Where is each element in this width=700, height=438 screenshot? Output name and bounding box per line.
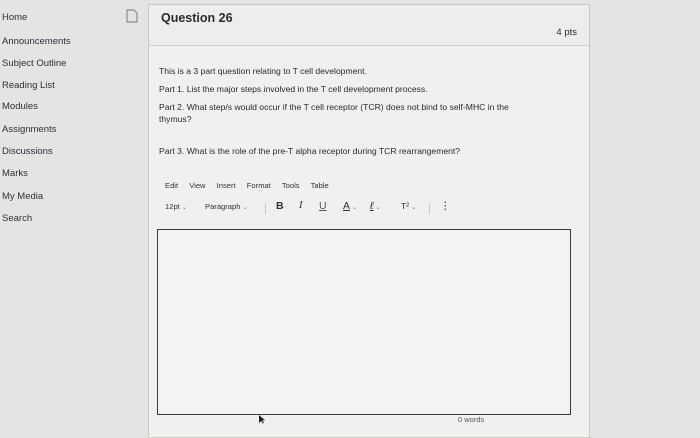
- toolbar-divider: [429, 203, 430, 214]
- question-part3: Part 3. What is the role of the pre-T al…: [159, 146, 461, 156]
- more-options-icon[interactable]: ⋮: [440, 200, 451, 212]
- menu-format[interactable]: Format: [247, 181, 271, 190]
- highlight-color-button[interactable]: ℓ ⌄: [370, 200, 381, 212]
- answer-editor[interactable]: [157, 229, 571, 415]
- nav-marks[interactable]: Marks: [2, 168, 28, 179]
- text-color-icon: A: [343, 200, 351, 212]
- highlight-icon: ℓ: [370, 200, 374, 212]
- question-part1: Part 1. List the major steps involved in…: [159, 84, 428, 94]
- question-card: Question 26 4 pts This is a 3 part quest…: [126, 4, 590, 438]
- menu-table[interactable]: Table: [311, 181, 329, 190]
- question-points: 4 pts: [556, 27, 577, 38]
- question-header: Question 26 4 pts: [126, 5, 589, 46]
- underline-button[interactable]: U: [319, 200, 327, 212]
- nav-search[interactable]: Search: [2, 213, 32, 224]
- font-size-select[interactable]: 12pt ⌄: [165, 202, 187, 211]
- mouse-cursor-icon: [259, 415, 265, 424]
- nav-modules[interactable]: Modules: [2, 101, 38, 112]
- editor-menubar: Edit View Insert Format Tools Table: [165, 181, 338, 190]
- chevron-down-icon: ⌄: [181, 204, 188, 211]
- italic-button[interactable]: I: [299, 200, 303, 211]
- question-part2-line2: thymus?: [159, 114, 192, 124]
- nav-my-media[interactable]: My Media: [2, 191, 43, 202]
- superscript-button[interactable]: T² ⌄: [401, 201, 416, 211]
- superscript-icon: T²: [401, 201, 410, 211]
- block-format-value: Paragraph: [205, 202, 241, 211]
- chevron-down-icon: ⌄: [352, 204, 358, 211]
- chevron-down-icon: ⌄: [242, 204, 248, 211]
- question-part2-line1: Part 2. What step/s would occur if the T…: [159, 102, 509, 112]
- question-intro: This is a 3 part question relating to T …: [159, 66, 367, 76]
- nav-announcements[interactable]: Announcements: [2, 36, 71, 47]
- chevron-down-icon: ⌄: [375, 204, 381, 211]
- text-color-button[interactable]: A ⌄: [343, 200, 357, 212]
- toolbar-divider: [265, 203, 266, 214]
- nav-home[interactable]: Home: [2, 12, 27, 23]
- bold-button[interactable]: B: [276, 200, 284, 212]
- question-title: Question 26: [161, 11, 233, 25]
- menu-insert[interactable]: Insert: [217, 181, 236, 190]
- menu-edit[interactable]: Edit: [165, 181, 178, 190]
- nav-discussions[interactable]: Discussions: [2, 146, 53, 157]
- nav-assignments[interactable]: Assignments: [2, 124, 56, 135]
- font-size-value: 12pt: [165, 202, 180, 211]
- course-nav: Home Announcements Subject Outline Readi…: [0, 0, 120, 431]
- flag-question-icon[interactable]: [125, 9, 139, 23]
- chevron-down-icon: ⌄: [411, 204, 417, 211]
- menu-view[interactable]: View: [189, 181, 205, 190]
- word-count: 0 words: [458, 415, 485, 424]
- nav-subject-outline[interactable]: Subject Outline: [2, 58, 66, 69]
- menu-tools[interactable]: Tools: [282, 181, 300, 190]
- block-format-select[interactable]: Paragraph ⌄: [205, 202, 248, 211]
- nav-reading-list[interactable]: Reading List: [2, 80, 55, 91]
